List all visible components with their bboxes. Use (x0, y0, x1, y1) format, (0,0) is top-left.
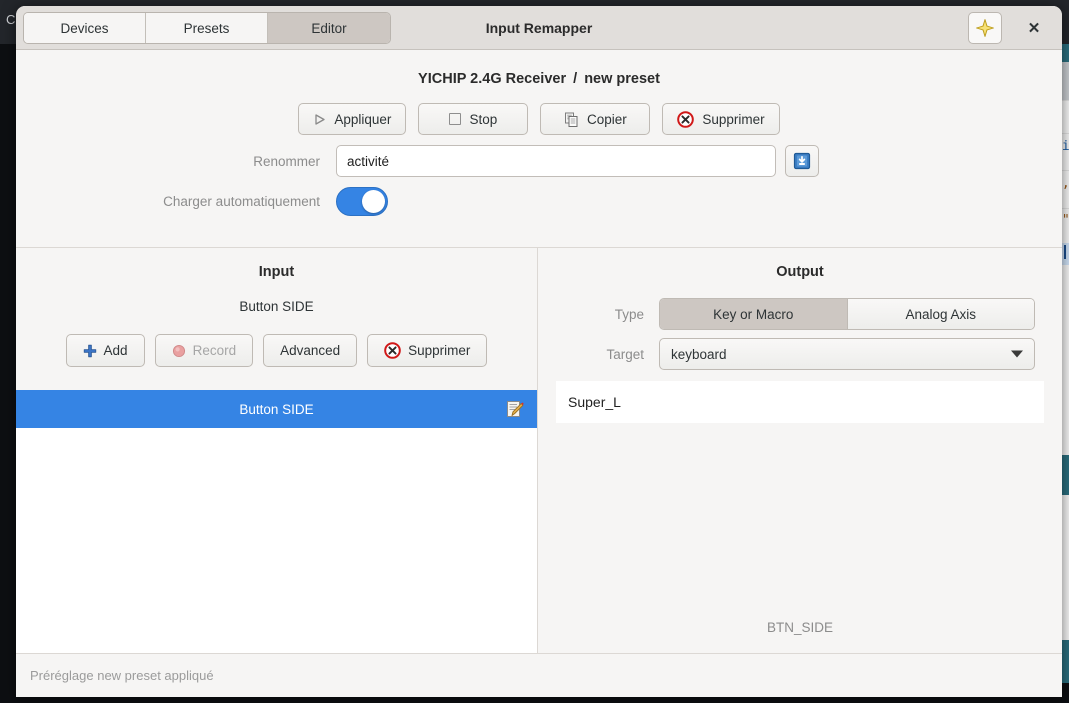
add-input-button[interactable]: Add (65, 334, 145, 367)
record-input-button[interactable]: Record (154, 334, 254, 367)
save-icon (793, 152, 811, 170)
apply-button[interactable]: Appliquer (298, 103, 407, 135)
delete-preset-button-label: Supprimer (702, 111, 765, 127)
tab-editor-label: Editor (311, 20, 347, 36)
status-message: Préréglage new preset appliqué (30, 667, 214, 683)
favorite-button[interactable] (968, 12, 1002, 44)
record-icon (172, 344, 185, 357)
tab-presets[interactable]: Presets (146, 13, 268, 43)
editor-panes: Input Button SIDE Add Record Advanced Su… (16, 248, 1062, 653)
breadcrumb-preset: new preset (584, 71, 660, 87)
apply-button-label: Appliquer (334, 111, 392, 127)
close-button[interactable]: ✕ (1018, 12, 1050, 44)
toggle-knob (362, 190, 385, 213)
close-icon: ✕ (1027, 20, 1041, 37)
preset-header-area: YICHIP 2.4G Receiver / new preset Appliq… (16, 50, 1062, 248)
autoload-row: Charger automatiquement (16, 187, 1062, 216)
rename-input[interactable] (336, 145, 776, 177)
delete-preset-button[interactable]: Supprimer (662, 103, 780, 135)
record-input-button-label: Record (192, 343, 237, 358)
advanced-input-button[interactable]: Advanced (263, 334, 358, 367)
rename-row: Renommer (16, 145, 1062, 177)
stop-icon (449, 113, 462, 125)
save-preset-name-button[interactable] (785, 145, 819, 177)
output-footer-label: BTN_SIDE (766, 620, 834, 635)
tab-presets-label: Presets (183, 20, 230, 36)
application-window: Devices Presets Editor Input Remapper ✕ … (16, 6, 1062, 697)
mapping-list-item-label: Button SIDE (239, 401, 314, 417)
output-pane: Output Type Key or Macro Analog Axis Tar… (538, 248, 1062, 653)
output-target-label: Target (606, 346, 644, 362)
chevron-down-icon (1011, 350, 1023, 358)
stop-button[interactable]: Stop (418, 103, 529, 135)
output-form: Type Key or Macro Analog Axis Target key… (538, 298, 1062, 370)
copy-button[interactable]: Copier (540, 103, 651, 135)
type-option-key-or-macro-label: Key or Macro (713, 306, 794, 322)
autoload-toggle[interactable] (336, 187, 388, 216)
output-type-row: Type Key or Macro Analog Axis (538, 298, 1062, 330)
plus-icon (83, 344, 96, 357)
breadcrumb-separator: / (573, 71, 578, 87)
type-option-key-or-macro[interactable]: Key or Macro (660, 299, 847, 329)
autoload-label: Charger automatiquement (163, 194, 320, 209)
tab-devices[interactable]: Devices (24, 13, 146, 43)
input-pane-subtitle: Button SIDE (239, 299, 314, 314)
input-pane: Input Button SIDE Add Record Advanced Su… (16, 248, 538, 653)
output-target-dropdown[interactable]: keyboard (659, 338, 1035, 370)
play-icon (313, 113, 326, 126)
stop-button-label: Stop (469, 111, 498, 127)
tab-bar: Devices Presets Editor (23, 12, 391, 44)
type-option-analog-axis-label: Analog Axis (905, 306, 977, 322)
bg-code-caret (1064, 245, 1066, 259)
desktop-left-strip (0, 44, 16, 703)
delete-icon (384, 342, 401, 359)
rename-label: Renommer (253, 153, 320, 169)
delete-input-button-label: Supprimer (408, 343, 471, 358)
delete-icon (677, 110, 695, 128)
copy-button-label: Copier (586, 111, 627, 127)
copy-icon (564, 112, 578, 127)
output-type-label: Type (614, 306, 644, 322)
star-icon (976, 19, 994, 37)
output-keycode-input[interactable]: Super_L (556, 381, 1044, 423)
type-option-analog-axis[interactable]: Analog Axis (846, 299, 1034, 329)
tab-devices-label: Devices (60, 20, 109, 36)
delete-input-button[interactable]: Supprimer (367, 334, 488, 367)
desktop-topbar-label: C (6, 12, 16, 27)
breadcrumb-device: YICHIP 2.4G Receiver (418, 71, 567, 87)
output-target-value: keyboard (671, 346, 727, 362)
mapping-list-item[interactable]: Button SIDE (16, 390, 537, 428)
tab-editor[interactable]: Editor (268, 13, 390, 43)
status-bar: Préréglage new preset appliqué (16, 653, 1062, 696)
output-target-row: Target keyboard (538, 338, 1062, 370)
input-pane-title: Input (258, 264, 295, 280)
output-pane-title: Output (776, 264, 824, 280)
output-type-segmented-control: Key or Macro Analog Axis (659, 298, 1035, 330)
output-keycode-value: Super_L (568, 394, 621, 410)
mapping-list: Button SIDE (16, 390, 537, 653)
preset-toolbar: Appliquer Stop Copier Supprimer (16, 103, 1062, 135)
add-input-button-label: Add (103, 343, 128, 358)
input-action-buttons: Add Record Advanced Supprimer (16, 334, 537, 367)
advanced-input-button-label: Advanced (280, 343, 341, 358)
header-bar: Devices Presets Editor Input Remapper ✕ (16, 6, 1062, 50)
edit-icon[interactable] (506, 400, 524, 418)
breadcrumb: YICHIP 2.4G Receiver / new preset (16, 71, 1062, 87)
